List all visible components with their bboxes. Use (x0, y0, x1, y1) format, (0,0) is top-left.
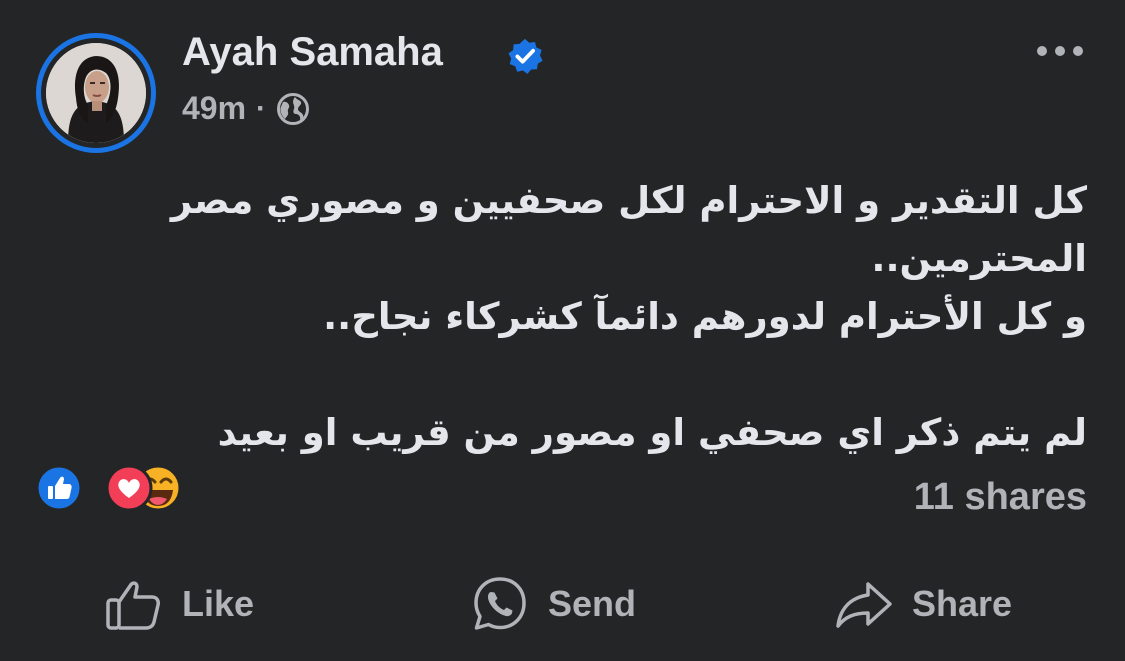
send-label: Send (548, 583, 637, 624)
post-time[interactable]: 49m (182, 90, 246, 127)
like-reaction-icon (35, 464, 83, 512)
post-text-line: كل التقدير و الاحترام لكل صحفيين و مصوري… (170, 179, 1087, 280)
verified-badge-icon (508, 38, 543, 74)
share-label: Share (912, 583, 1013, 624)
profile-avatar[interactable] (36, 33, 156, 153)
shares-count[interactable]: 11 shares (914, 476, 1087, 519)
like-button[interactable]: Like (104, 570, 254, 638)
post-body: كل التقدير و الاحترام لكل صحفيين و مصوري… (147, 172, 1087, 462)
love-reaction-icon (105, 464, 153, 512)
like-icon (106, 581, 160, 630)
more-horizontal-icon[interactable] (1033, 36, 1087, 66)
author-name[interactable]: Ayah Samaha (182, 30, 443, 75)
share-button[interactable]: Share (834, 570, 1012, 638)
like-label: Like (182, 583, 255, 624)
share-icon (836, 582, 892, 628)
reactions-summary[interactable] (35, 464, 185, 512)
post-text-line: و كل الأحترام لدورهم دائمآ كشركاء نجاح.. (323, 295, 1087, 338)
post-meta: 49m · (182, 90, 310, 127)
whatsapp-icon (474, 577, 526, 630)
globe-icon[interactable] (276, 92, 310, 126)
post-text-line: لم يتم ذكر اي صحفي او مصور من قريب او بع… (217, 411, 1087, 454)
avatar-photo (46, 43, 146, 143)
post-text-blank-line (147, 346, 1087, 404)
send-button[interactable]: Send (470, 570, 636, 638)
meta-separator: · (256, 91, 267, 125)
